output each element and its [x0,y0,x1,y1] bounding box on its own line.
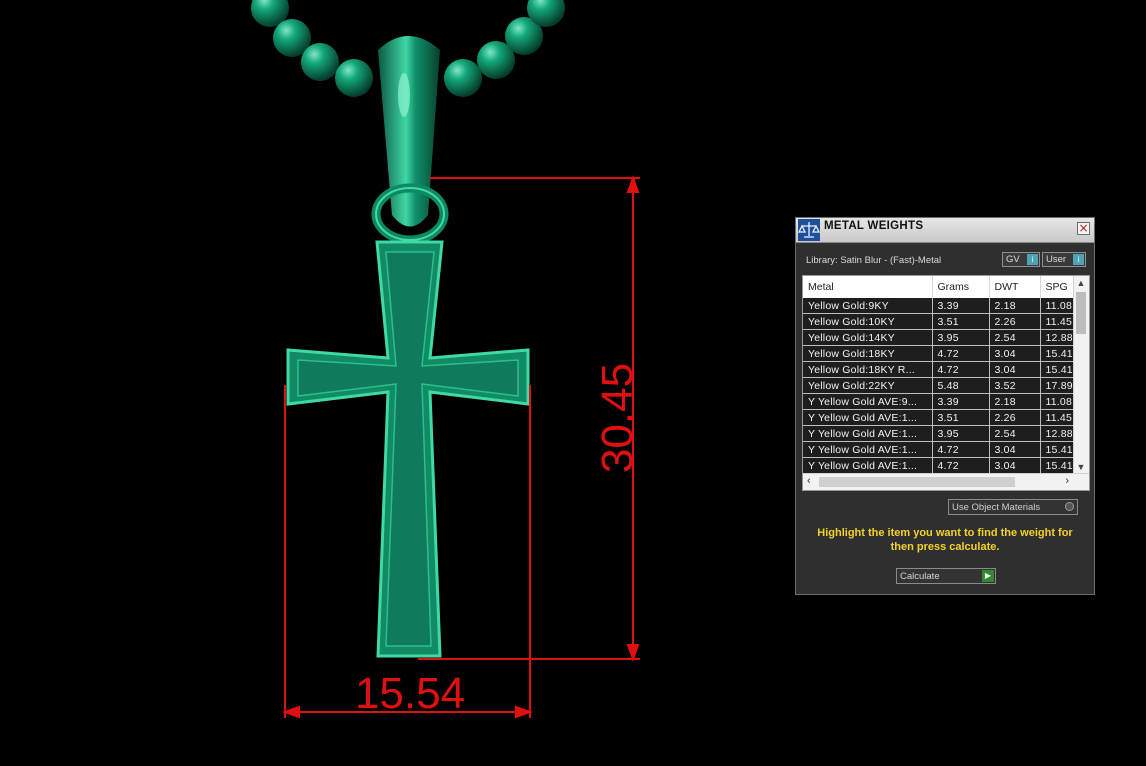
chevron-up-icon[interactable]: ▲ [1076,278,1086,288]
metal-cell: Yellow Gold:22KY [803,377,933,394]
dwt-cell: 3.04 [989,345,1041,362]
column-header-dwt[interactable]: DWT [989,276,1041,298]
table-row[interactable]: Yellow Gold:18KY 4.72 3.04 15.41 [803,345,1076,362]
dwt-cell: 2.54 [989,329,1041,346]
dwt-cell: 3.04 [989,361,1041,378]
table-header-row: Metal Grams DWT SPG [803,276,1076,298]
horizontal-scrollbar[interactable]: ‹ › [803,473,1089,490]
dwt-cell: 3.04 [989,441,1041,458]
use-object-materials-label: Use Object Materials [952,502,1041,513]
play-icon: ▶ [982,570,994,582]
spg-cell: 17.89 [1040,377,1076,394]
user-toggle-label: User [1046,254,1067,265]
metal-cell: Yellow Gold:9KY [803,298,933,314]
scale-logo-icon [798,219,820,241]
metal-cell: Yellow Gold:18KY [803,345,933,362]
spg-cell: 15.41 [1040,441,1076,458]
gv-toggle-label: GV [1006,254,1020,265]
grams-cell: 3.95 [932,329,990,346]
chevron-left-icon[interactable]: ‹ [807,475,811,487]
grams-cell: 3.39 [932,393,990,410]
dimension-lines [282,175,640,719]
metal-cell: Yellow Gold:10KY [803,313,933,330]
grams-cell: 3.95 [932,425,990,442]
spg-cell: 11.45 [1040,313,1076,330]
calculate-button[interactable]: Calculate ▶ [896,568,996,584]
spg-cell: 15.41 [1040,457,1076,474]
vertical-scrollbar[interactable]: ▲ ▼ [1073,276,1089,474]
table-row[interactable]: Yellow Gold:14KY 3.95 2.54 12.88 [803,329,1076,346]
table-row[interactable]: Yellow Gold:22KY 5.48 3.52 17.89 [803,377,1076,394]
grams-cell: 5.48 [932,377,990,394]
table-row[interactable]: Y Yellow Gold AVE:1... 3.51 2.26 11.45 [803,409,1076,426]
dwt-cell: 2.18 [989,393,1041,410]
column-header-grams[interactable]: Grams [932,276,990,298]
chevron-down-icon[interactable]: ▼ [1076,462,1086,472]
grams-cell: 4.72 [932,361,990,378]
table-row[interactable]: Yellow Gold:10KY 3.51 2.26 11.45 [803,313,1076,330]
dwt-cell: 3.52 [989,377,1041,394]
use-object-materials-option[interactable]: Use Object Materials [948,499,1078,515]
radio-icon[interactable] [1065,502,1074,511]
dwt-cell: 3.04 [989,457,1041,474]
info-icon: i [1073,254,1084,265]
grams-cell: 4.72 [932,441,990,458]
dwt-cell: 2.26 [989,409,1041,426]
scrollbar-thumb[interactable] [1076,292,1086,334]
table-row[interactable]: Yellow Gold:9KY 3.39 2.18 11.08 [803,298,1076,314]
column-header-metal[interactable]: Metal [803,276,933,298]
grams-cell: 3.51 [932,313,990,330]
dwt-cell: 2.54 [989,425,1041,442]
chevron-right-icon[interactable]: › [1065,475,1069,487]
width-dimension-label: 15.54 [355,669,465,718]
metal-cell: Yellow Gold:18KY R... [803,361,933,378]
metal-cell: Y Yellow Gold AVE:1... [803,457,933,474]
metal-cell: Y Yellow Gold AVE:9... [803,393,933,410]
spg-cell: 12.88 [1040,425,1076,442]
column-header-spg[interactable]: SPG [1040,276,1076,298]
grams-cell: 3.39 [932,298,990,314]
close-icon[interactable]: × [1077,222,1090,235]
spg-cell: 11.08 [1040,393,1076,410]
metal-cell: Yellow Gold:14KY [803,329,933,346]
metal-cell: Y Yellow Gold AVE:1... [803,409,933,426]
metal-weights-panel: METAL WEIGHTS × Library: Satin Blur - (F… [795,217,1095,595]
scrollbar-thumb[interactable] [819,477,1015,487]
table-row[interactable]: Y Yellow Gold AVE:1... 3.95 2.54 12.88 [803,425,1076,442]
table-row[interactable]: Yellow Gold:18KY R... 4.72 3.04 15.41 [803,361,1076,378]
height-dimension-label: 30.45 [593,363,642,473]
info-icon: i [1027,254,1038,265]
calculate-label: Calculate [900,571,940,582]
user-toggle[interactable]: User i [1042,252,1086,267]
dwt-cell: 2.26 [989,313,1041,330]
grams-cell: 4.72 [932,345,990,362]
spg-cell: 11.08 [1040,298,1076,314]
grams-cell: 4.72 [932,457,990,474]
table-row[interactable]: Y Yellow Gold AVE:9... 3.39 2.18 11.08 [803,393,1076,410]
metal-cell: Y Yellow Gold AVE:1... [803,441,933,458]
cross-pendant [286,240,530,658]
metal-cell: Y Yellow Gold AVE:1... [803,425,933,442]
grams-cell: 3.51 [932,409,990,426]
gv-toggle[interactable]: GV i [1002,252,1040,267]
spg-cell: 11.45 [1040,409,1076,426]
table-row[interactable]: Y Yellow Gold AVE:1... 4.72 3.04 15.41 [803,457,1076,474]
panel-titlebar[interactable]: METAL WEIGHTS × [796,218,1094,243]
panel-title: METAL WEIGHTS [824,220,924,232]
dwt-cell: 2.18 [989,298,1041,314]
instruction-text: Highlight the item you want to find the … [817,527,1073,553]
spg-cell: 15.41 [1040,361,1076,378]
metal-weights-table[interactable]: Metal Grams DWT SPG Yellow Gold:9KY 3.39 2… [802,275,1090,491]
spg-cell: 15.41 [1040,345,1076,362]
spg-cell: 12.88 [1040,329,1076,346]
library-label: Library: Satin Blur - (Fast)-Metal [806,255,942,266]
table-row[interactable]: Y Yellow Gold AVE:1... 4.72 3.04 15.41 [803,441,1076,458]
